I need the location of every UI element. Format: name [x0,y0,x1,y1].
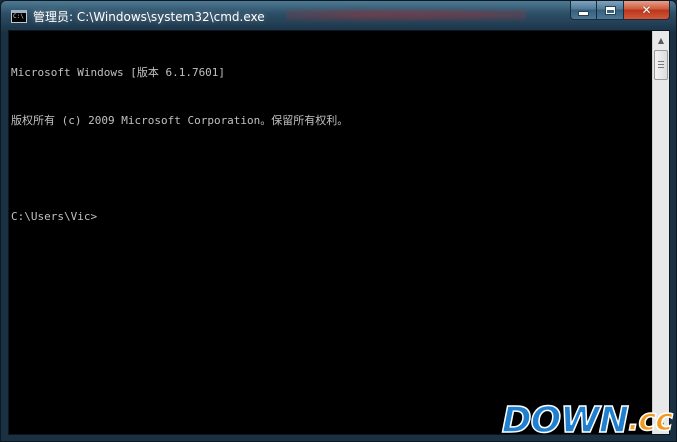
watermark-logo: DOWN .cc [501,395,676,441]
close-icon: ✕ [641,3,652,17]
cmd-icon-label: C:\ [13,13,24,20]
caption-buttons: ✕ [570,1,670,20]
grip-icon [658,61,664,68]
console-line: 版权所有 (c) 2009 Microsoft Corporation。保留所有… [11,114,349,127]
watermark-main: DOWN [501,400,630,441]
close-button[interactable]: ✕ [624,1,670,20]
console-line: Microsoft Windows [版本 6.1.7601] [11,66,226,79]
minimize-icon [578,11,589,16]
scroll-thumb[interactable] [654,50,668,80]
vertical-scrollbar[interactable]: ▲ ▼ [652,31,669,434]
window-title: 管理员: C:\Windows\system32\cmd.exe [33,10,265,24]
title-glow [286,5,526,25]
watermark-tld: .cc [627,402,673,439]
scroll-up-button[interactable]: ▲ [654,32,668,48]
command-prompt[interactable]: C:\Users\Vic> [11,209,652,225]
arrow-up-icon: ▲ [657,35,665,45]
console-output[interactable]: Microsoft Windows [版本 6.1.7601] 版权所有 (c)… [11,33,652,432]
maximize-icon [604,5,616,15]
minimize-button[interactable] [570,1,597,20]
console-area[interactable]: Microsoft Windows [版本 6.1.7601] 版权所有 (c)… [8,30,670,435]
cmd-window: C:\ 管理员: C:\Windows\system32\cmd.exe ✕ M… [0,0,677,442]
maximize-button[interactable] [597,1,624,20]
cmd-icon[interactable]: C:\ [11,10,27,23]
title-bar[interactable]: C:\ 管理员: C:\Windows\system32\cmd.exe ✕ [1,1,676,31]
